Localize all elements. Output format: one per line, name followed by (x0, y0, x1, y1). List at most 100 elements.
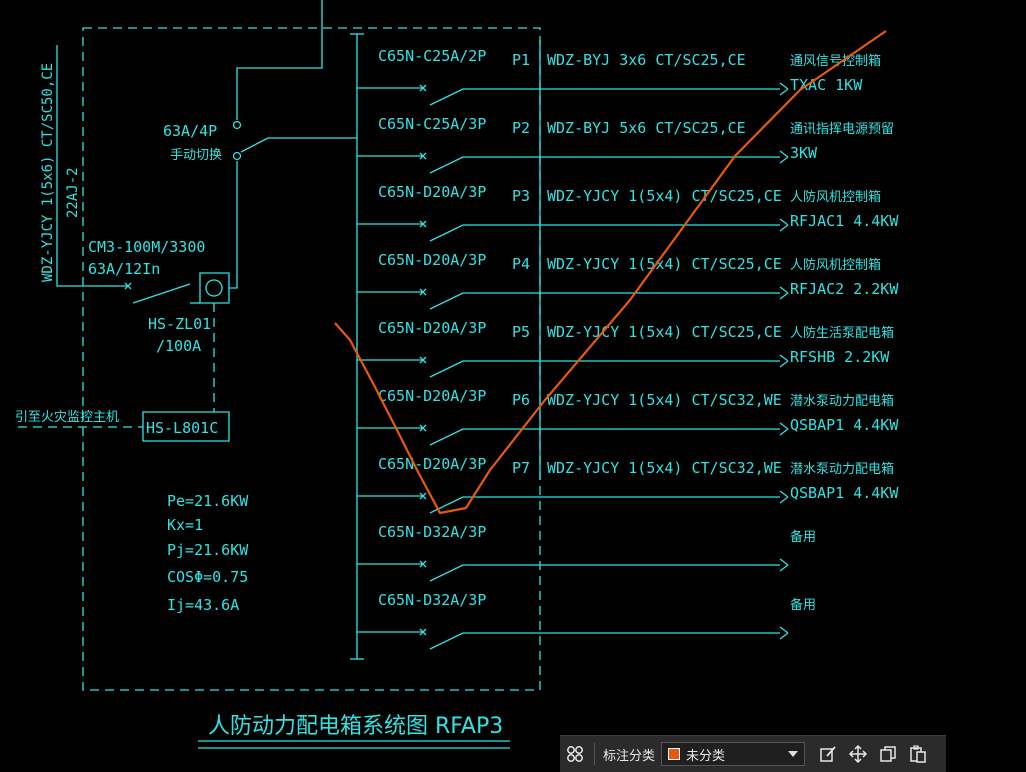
breaker-blade (430, 225, 463, 241)
load-arrow (780, 225, 788, 231)
chevron-down-icon (788, 751, 799, 757)
annotation-toolbar: 标注分类 未分类 (560, 735, 946, 772)
load-kx: Kx=1 (167, 516, 203, 534)
load-arrow (780, 497, 788, 503)
incoming-source-text: 22AJ-2 (65, 167, 81, 218)
load-arrow (780, 565, 788, 571)
breaker-blade (430, 361, 463, 377)
copy-icon[interactable] (873, 739, 903, 769)
cable-spec: WDZ-BYJ 3x6 CT/SC25,CE (547, 51, 746, 69)
cable-spec: WDZ-YJCY 1(5x4) CT/SC32,WE (547, 459, 782, 477)
breaker-model: C65N-D20A/3P (378, 387, 486, 405)
meter-symbol (206, 280, 222, 296)
load-detail: 3KW (790, 144, 818, 162)
cable-spec: WDZ-YJCY 1(5x4) CT/SC25,CE (547, 323, 782, 341)
load-arrow (780, 429, 788, 435)
breaker-blade (430, 633, 463, 649)
load-detail: RFJAC2 2.2KW (790, 280, 899, 298)
load-pj: Pj=21.6KW (167, 541, 249, 559)
cable-spec: WDZ-BYJ 5x6 CT/SC25,CE (547, 119, 746, 137)
category-color-swatch (668, 748, 681, 760)
breaker-model: C65N-D20A/3P (378, 251, 486, 269)
load-arrow (780, 423, 788, 429)
load-name: 通讯指挥电源预留 (790, 122, 894, 137)
move-icon[interactable] (843, 739, 873, 769)
load-name: 备用 (790, 529, 816, 545)
monitor-model: HS-L801C (146, 419, 218, 437)
load-arrow (780, 355, 788, 361)
breaker-model: C65N-D20A/3P (378, 183, 486, 201)
breaker-blade (430, 89, 463, 105)
circuit-id: P1 (512, 51, 530, 69)
main-breaker-model: CM3-100M/3300 (88, 238, 205, 256)
load-arrow (780, 219, 788, 225)
circuit-id: P6 (512, 391, 530, 409)
meter-box (200, 273, 229, 303)
category-select[interactable]: 未分类 (661, 742, 806, 766)
main-feed-line (229, 274, 237, 288)
load-detail: TXAC 1KW (790, 76, 863, 94)
load-arrow (780, 157, 788, 163)
meter-rating: /100A (156, 337, 201, 355)
breaker-model: C65N-C25A/2P (378, 47, 486, 65)
meter-model: HS-ZL01 (148, 315, 211, 333)
load-arrow (780, 361, 788, 367)
manual-switch-blade (241, 138, 268, 152)
breaker-blade (430, 157, 463, 173)
load-arrow (780, 151, 788, 157)
main-breaker-rating: 63A/12In (88, 260, 160, 278)
manual-switch-rating: 63A/4P (163, 122, 217, 140)
load-pe: Pe=21.6KW (167, 492, 249, 510)
load-arrow (780, 293, 788, 299)
category-label: 标注分类 (603, 747, 656, 763)
circuit-id: P2 (512, 119, 530, 137)
load-detail: QSBAP1 4.4KW (790, 484, 899, 502)
load-arrow (780, 633, 788, 639)
load-name: 人防风机控制箱 (790, 257, 881, 273)
load-name: 备用 (790, 597, 816, 613)
load-detail: RFJAC1 4.4KW (790, 212, 899, 230)
load-arrow (780, 491, 788, 497)
breaker-model: C65N-D32A/3P (378, 523, 486, 541)
breaker-blade (430, 565, 463, 581)
monitor-label: 引至火灾监控主机 (15, 409, 119, 425)
load-name: 人防生活泵配电箱 (790, 325, 894, 341)
breaker-model: C65N-C25A/3P (378, 115, 486, 133)
toolbar-separator (594, 743, 595, 765)
load-arrow (780, 627, 788, 633)
load-detail: RFSHB 2.2KW (790, 348, 890, 366)
electrical-schematic[interactable]: WDZ-YJCY 1(5x6) CT/SC50,CE 22AJ-2 63A/4P… (0, 0, 1026, 771)
switch-contact-middle (234, 153, 241, 160)
load-arrow (780, 287, 788, 293)
cable-spec: WDZ-YJCY 1(5x4) CT/SC25,CE (547, 187, 782, 205)
load-arrow (780, 559, 788, 565)
breaker-blade (430, 293, 463, 309)
manual-switch-label: 手动切换 (170, 148, 222, 163)
load-detail: QSBAP1 4.4KW (790, 416, 899, 434)
incoming-cable-text: WDZ-YJCY 1(5x6) CT/SC50,CE (40, 63, 56, 282)
switch-contact-top (234, 122, 241, 129)
circuit-id: P3 (512, 187, 530, 205)
load-name: 潜水泵动力配电箱 (790, 461, 894, 477)
cable-spec: WDZ-YJCY 1(5x4) CT/SC25,CE (547, 255, 782, 273)
paste-icon[interactable] (903, 739, 933, 769)
breaker-model: C65N-D32A/3P (378, 591, 486, 609)
layout-icon[interactable] (560, 739, 590, 769)
load-name: 潜水泵动力配电箱 (790, 393, 894, 409)
circuit-id: P4 (512, 255, 530, 273)
edit-icon[interactable] (813, 739, 843, 769)
load-cos: COSΦ=0.75 (167, 568, 248, 586)
breaker-blade (430, 429, 463, 445)
breaker-model: C65N-D20A/3P (378, 319, 486, 337)
circuit-id: P7 (512, 459, 530, 477)
load-ij: Ij=43.6A (167, 596, 239, 614)
incoming-feed-line (237, 0, 322, 120)
branch-circuits: C65N-C25A/2P P1 WDZ-BYJ 3x6 CT/SC25,CE 通风信号… (357, 47, 899, 649)
load-arrow (780, 83, 788, 89)
circuit-id: P5 (512, 323, 530, 341)
cable-spec: WDZ-YJCY 1(5x4) CT/SC32,WE (547, 391, 782, 409)
breaker-model: C65N-D20A/3P (378, 455, 486, 473)
main-breaker-blade (133, 284, 190, 303)
drawing-title: 人防动力配电箱系统图 RFAP3 (208, 714, 503, 739)
category-select-value: 未分类 (686, 747, 726, 763)
